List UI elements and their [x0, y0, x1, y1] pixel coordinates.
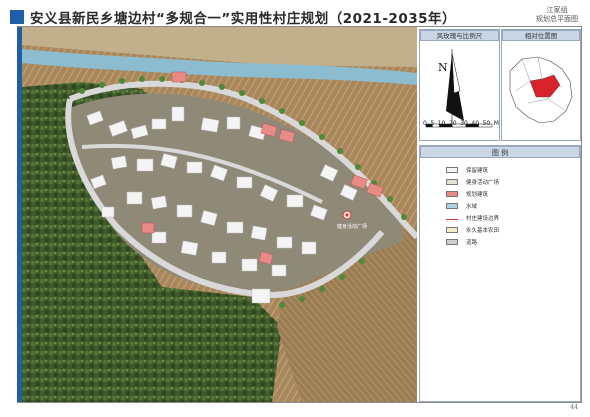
plaza-swatch — [446, 179, 458, 185]
page-title: 安义县新民乡塘边村“多规合一”实用性村庄规划（2021-2035年） — [30, 11, 456, 27]
farmland-swatch — [446, 227, 458, 233]
scale-unit: M — [493, 120, 499, 127]
scale-tick: 10 — [437, 120, 446, 127]
road-swatch — [446, 239, 458, 245]
legend-list: 保留建筑 健身活动广场 规划建筑 水域 村庄建设边界 永久基本农田 道路 — [420, 158, 580, 248]
legend-item: 规划建筑 — [446, 188, 580, 200]
legend-label: 水域 — [466, 204, 478, 210]
legend-item: 道路 — [446, 236, 580, 248]
sheet-name: 江家组 规划总平面图 — [536, 6, 578, 24]
legend-label: 保留建筑 — [466, 168, 489, 174]
legend-title: 图 例 — [420, 146, 580, 158]
title-marker — [10, 10, 24, 24]
legend-item: 村庄建设边界 — [446, 212, 580, 224]
legend-label: 永久基本农田 — [466, 228, 500, 234]
scale-panel-title: 风玫瑰与比例尺 — [420, 30, 499, 41]
scale-tick: 30 — [460, 120, 468, 127]
scale-tick: 20 — [448, 120, 457, 127]
legend-label: 规划建筑 — [466, 192, 489, 198]
sheet-group-name: 江家组 — [546, 6, 568, 14]
legend-label: 健身活动广场 — [466, 180, 500, 186]
legend-label: 道路 — [466, 240, 478, 246]
side-panel: 风玫瑰与比例尺 N 0 5 10 20 30 40 50 M 相对位置图 图 例… — [419, 27, 581, 402]
legend-item: 保留建筑 — [446, 164, 580, 176]
scale-tick: 50 — [482, 120, 491, 127]
location-panel-title: 相对位置图 — [502, 30, 580, 41]
page-number: 44 — [570, 404, 578, 411]
legend-panel: 图 例 保留建筑 健身活动广场 规划建筑 水域 村庄建设边界 永久基本农田 道路 — [419, 145, 581, 402]
map-view[interactable]: 健身活动广场 — [22, 27, 417, 402]
legend-item: 水域 — [446, 200, 580, 212]
legend-label: 村庄建设边界 — [466, 216, 500, 222]
scale-tick: 40 — [471, 120, 480, 127]
north-letter: N — [438, 61, 448, 74]
legend-item: 永久基本农田 — [446, 224, 580, 236]
plaza-label: 健身活动广场 — [337, 223, 367, 230]
location-map — [509, 56, 573, 124]
location-panel: 相对位置图 — [501, 29, 581, 141]
planned-building-swatch — [446, 191, 458, 197]
scale-panel: 风玫瑰与比例尺 N 0 5 10 20 30 40 50 M — [419, 29, 500, 141]
sheet-drawing-name: 规划总平面图 — [536, 15, 578, 23]
scale-tick: 5 — [430, 120, 435, 127]
boundary-swatch — [446, 218, 458, 220]
scale-ticks: 0 5 10 20 30 40 50 M — [423, 120, 499, 127]
site-plan-map: 健身活动广场 — [22, 27, 417, 402]
title-bar: 安义县新民乡塘边村“多规合一”实用性村庄规划（2021-2035年） — [10, 8, 456, 27]
scale-tick: 0 — [423, 120, 427, 127]
retained-building-swatch — [446, 167, 458, 173]
legend-item: 健身活动广场 — [446, 176, 580, 188]
water-swatch — [446, 203, 458, 209]
